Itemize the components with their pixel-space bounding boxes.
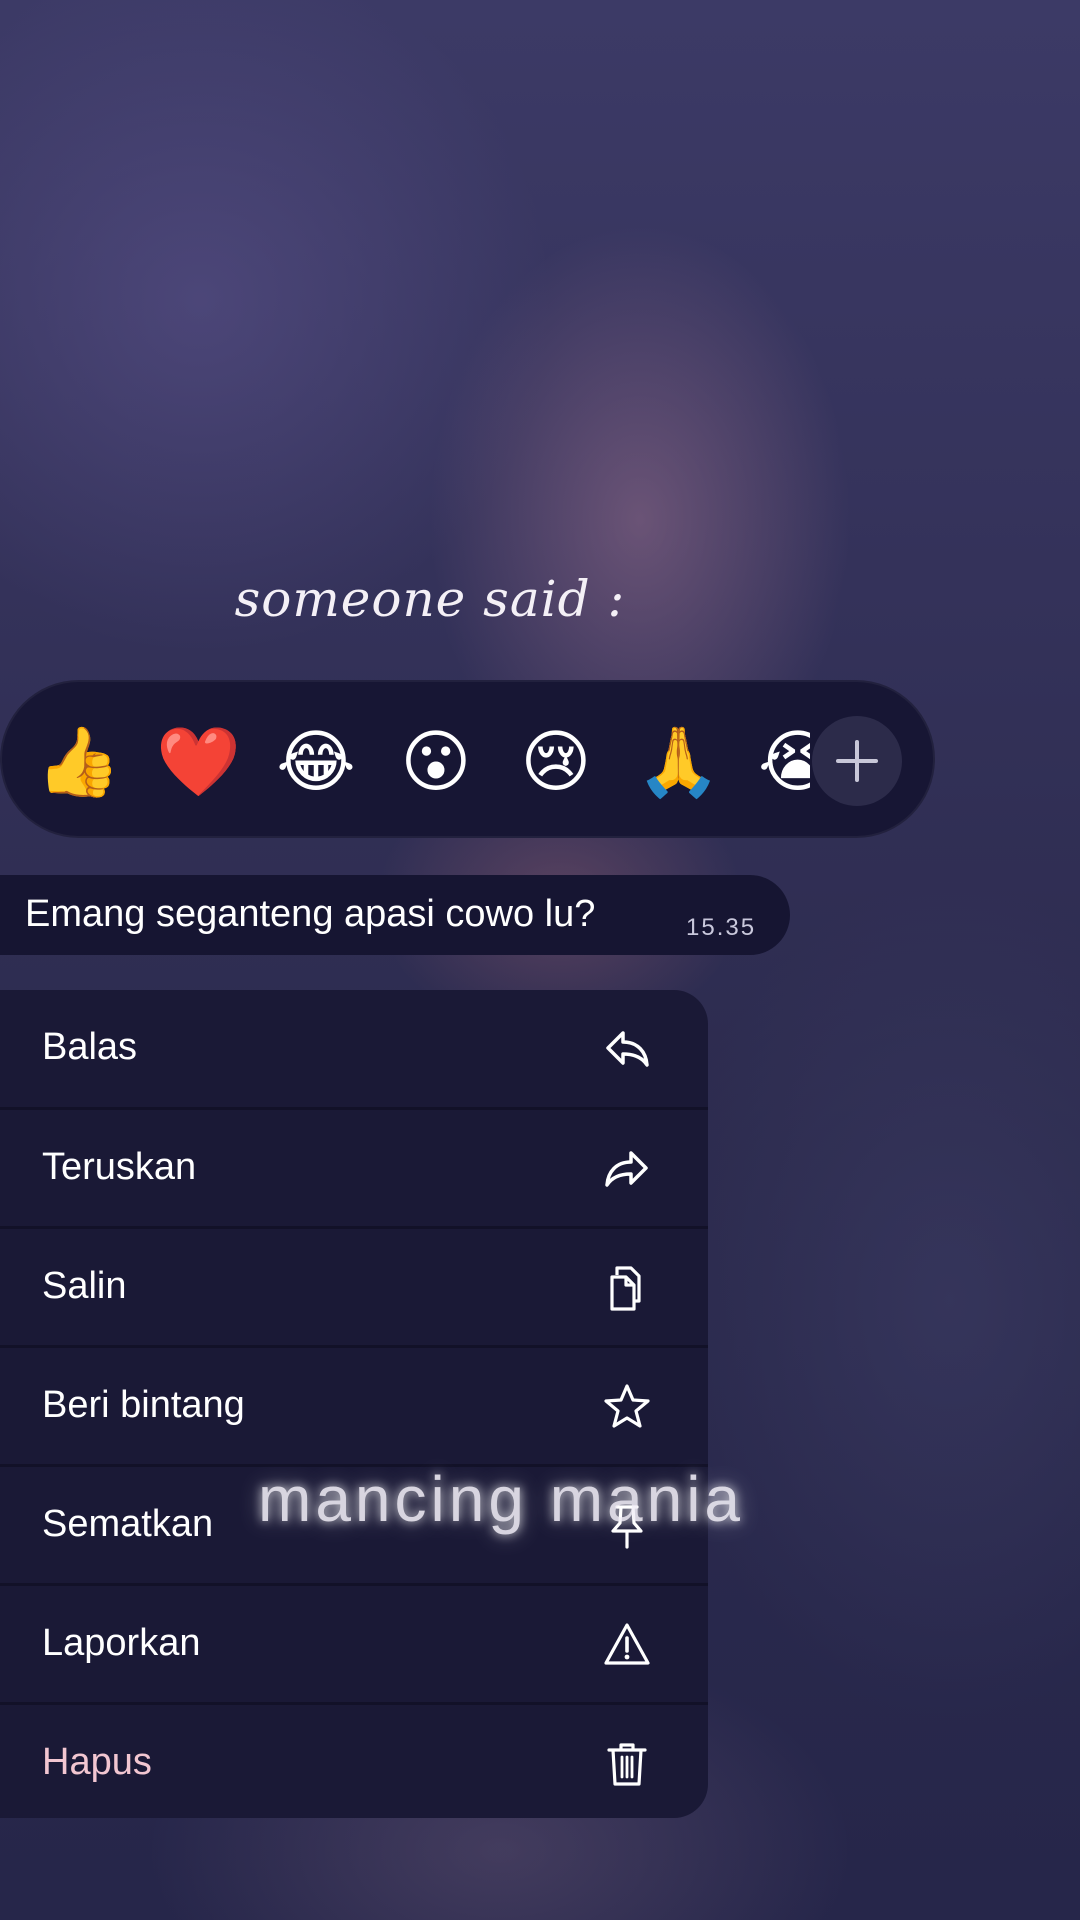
menu-item-label: Laporkan — [42, 1622, 201, 1664]
sad-tear-emoji[interactable]: 😢 — [516, 723, 596, 803]
menu-item-label: Balas — [42, 1026, 138, 1068]
caption-text: someone said : — [234, 570, 626, 628]
menu-item-report[interactable]: Laporkan — [0, 1583, 708, 1700]
message-bubble[interactable]: Emang seganteng apasi cowo lu? 15.35 — [0, 875, 790, 955]
menu-item-delete[interactable]: Hapus — [0, 1702, 708, 1818]
warning-icon — [604, 1623, 650, 1665]
tears-of-joy-emoji[interactable]: 😂 — [276, 723, 356, 803]
forward-icon — [605, 1151, 648, 1187]
menu-item-forward[interactable]: Teruskan — [0, 1107, 708, 1224]
surprised-emoji[interactable]: 😮 — [396, 723, 476, 803]
message-timestamp: 15.35 — [686, 914, 757, 941]
menu-item-label: Sematkan — [42, 1503, 214, 1545]
heart-emoji[interactable]: ❤️ — [156, 723, 241, 803]
reaction-bar: 👍 ❤️ 😂 😮 😢 🙏 😭 — [0, 680, 935, 838]
context-menu: Balas Teruskan Salin Beri bintang Sematk… — [0, 990, 708, 1818]
copy-icon — [610, 1266, 641, 1311]
star-icon — [604, 1384, 650, 1428]
loudly-crying-emoji[interactable]: 😭 — [758, 723, 810, 803]
menu-item-reply[interactable]: Balas — [0, 990, 708, 1107]
add-reaction-button[interactable] — [812, 716, 902, 806]
plus-icon — [836, 740, 878, 782]
trash-icon — [607, 1743, 647, 1786]
menu-item-copy[interactable]: Salin — [0, 1226, 708, 1343]
menu-item-label: Salin — [42, 1265, 127, 1307]
message-text: Emang seganteng apasi cowo lu? — [25, 893, 596, 935]
menu-item-label: Hapus — [42, 1741, 152, 1783]
menu-item-label: Teruskan — [42, 1146, 197, 1188]
menu-item-label: Beri bintang — [42, 1384, 245, 1426]
menu-item-star[interactable]: Beri bintang — [0, 1345, 708, 1462]
folded-hands-emoji[interactable]: 🙏 — [636, 723, 721, 803]
watermark-text: mancing mania — [258, 1463, 744, 1535]
reply-icon — [606, 1031, 649, 1067]
thumbs-up-emoji[interactable]: 👍 — [36, 723, 121, 803]
